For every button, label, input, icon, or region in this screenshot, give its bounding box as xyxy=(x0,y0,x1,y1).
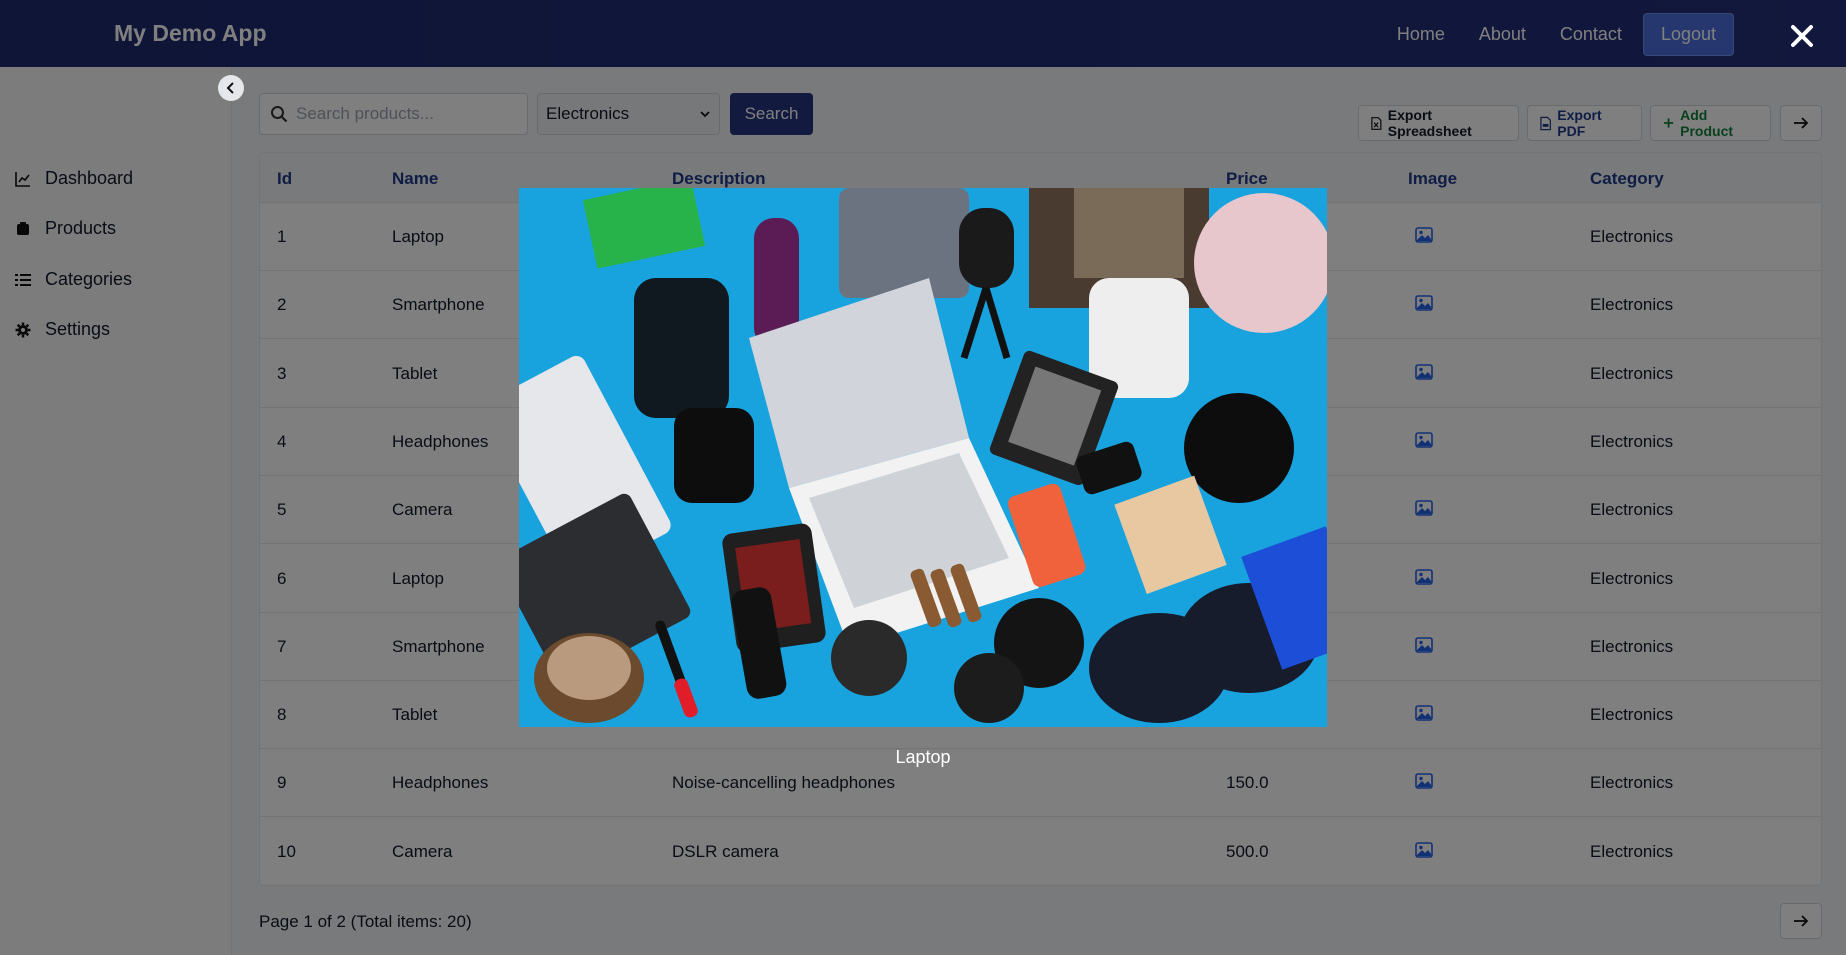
modal-caption: Laptop xyxy=(895,747,951,767)
close-icon xyxy=(1791,25,1813,47)
chevron-left-icon xyxy=(226,82,234,94)
sidebar-collapse-button[interactable] xyxy=(218,75,244,101)
product-image-preview xyxy=(519,188,1327,727)
close-modal-button[interactable] xyxy=(1790,24,1814,48)
